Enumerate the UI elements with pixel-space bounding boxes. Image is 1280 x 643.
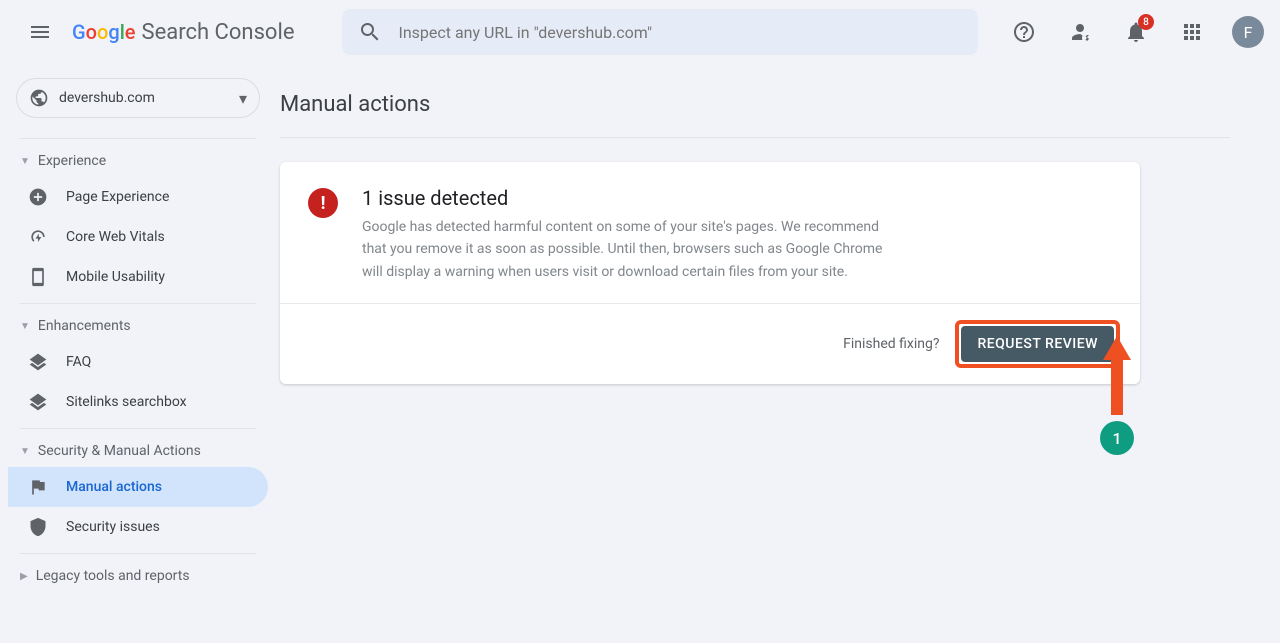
- issue-description: Google has detected harmful content on s…: [362, 216, 902, 283]
- globe-icon: [29, 88, 49, 108]
- nav-page-experience[interactable]: Page Experience: [8, 177, 268, 217]
- notification-badge: 8: [1138, 14, 1154, 30]
- url-inspect-input[interactable]: [398, 23, 962, 42]
- flag-icon: [28, 477, 48, 497]
- phone-icon: [28, 267, 48, 287]
- help-button[interactable]: [1000, 8, 1048, 56]
- page-title: Manual actions: [280, 64, 1230, 137]
- hamburger-menu[interactable]: [16, 8, 64, 56]
- section-label: Enhancements: [38, 318, 131, 334]
- alert-icon: !: [308, 188, 338, 218]
- collapse-icon: ▼: [20, 156, 30, 167]
- header-actions: 8 F: [1000, 8, 1264, 56]
- sidebar: devershub.com ▾ ▼ Experience Page Experi…: [0, 64, 280, 643]
- issue-heading: 1 issue detected: [362, 186, 902, 210]
- apps-button[interactable]: [1168, 8, 1216, 56]
- nav-security-issues[interactable]: Security issues: [8, 507, 268, 547]
- google-logo: Google: [72, 20, 136, 44]
- collapse-icon: ▼: [20, 446, 30, 457]
- shield-icon: [28, 517, 48, 537]
- callout-highlight: REQUEST REVIEW: [955, 320, 1120, 368]
- section-security[interactable]: ▼ Security & Manual Actions: [8, 435, 268, 467]
- section-enhancements[interactable]: ▼ Enhancements: [8, 310, 268, 342]
- request-review-button[interactable]: REQUEST REVIEW: [961, 326, 1114, 362]
- arrow-up-icon: [1103, 336, 1131, 360]
- section-legacy[interactable]: ▶ Legacy tools and reports: [8, 560, 268, 592]
- nav-label: Manual actions: [66, 479, 162, 495]
- nav-mobile-usability[interactable]: Mobile Usability: [8, 257, 268, 297]
- search-icon: [358, 20, 382, 44]
- nav-manual-actions[interactable]: Manual actions: [8, 467, 268, 507]
- tutorial-annotation: 1: [1100, 336, 1134, 455]
- users-button[interactable]: [1056, 8, 1104, 56]
- nav-faq[interactable]: FAQ: [8, 342, 268, 382]
- layers-icon: [28, 392, 48, 412]
- notifications-button[interactable]: 8: [1112, 8, 1160, 56]
- section-label: Experience: [38, 153, 106, 169]
- divider: [280, 137, 1230, 138]
- issue-card: ! 1 issue detected Google has detected h…: [280, 162, 1140, 384]
- section-label: Legacy tools and reports: [36, 568, 190, 584]
- arrow-stem: [1111, 360, 1123, 415]
- expand-icon: ▶: [20, 571, 28, 582]
- step-badge: 1: [1100, 421, 1134, 455]
- circle-plus-icon: [28, 187, 48, 207]
- divider: [20, 303, 256, 304]
- nav-label: Page Experience: [66, 189, 169, 205]
- nav-label: FAQ: [66, 354, 91, 370]
- url-inspect-search[interactable]: [342, 9, 978, 55]
- property-name: devershub.com: [59, 90, 229, 106]
- app-header: Google Search Console 8 F: [0, 0, 1280, 64]
- property-selector[interactable]: devershub.com ▾: [16, 78, 260, 118]
- nav-sitelinks-searchbox[interactable]: Sitelinks searchbox: [8, 382, 268, 422]
- nav-label: Mobile Usability: [66, 269, 165, 285]
- speed-icon: [28, 227, 48, 247]
- account-avatar[interactable]: F: [1232, 16, 1264, 48]
- section-experience[interactable]: ▼ Experience: [8, 145, 268, 177]
- collapse-icon: ▼: [20, 321, 30, 332]
- section-label: Security & Manual Actions: [38, 443, 201, 459]
- divider: [20, 428, 256, 429]
- nav-core-web-vitals[interactable]: Core Web Vitals: [8, 217, 268, 257]
- product-logo[interactable]: Google Search Console: [72, 20, 294, 45]
- layers-icon: [28, 352, 48, 372]
- nav-label: Security issues: [66, 519, 160, 535]
- nav-label: Sitelinks searchbox: [66, 394, 187, 410]
- nav-label: Core Web Vitals: [66, 229, 165, 245]
- divider: [20, 138, 256, 139]
- divider: [20, 553, 256, 554]
- chevron-down-icon: ▾: [239, 89, 247, 108]
- finished-fixing-label: Finished fixing?: [843, 336, 939, 352]
- product-name: Search Console: [142, 20, 295, 45]
